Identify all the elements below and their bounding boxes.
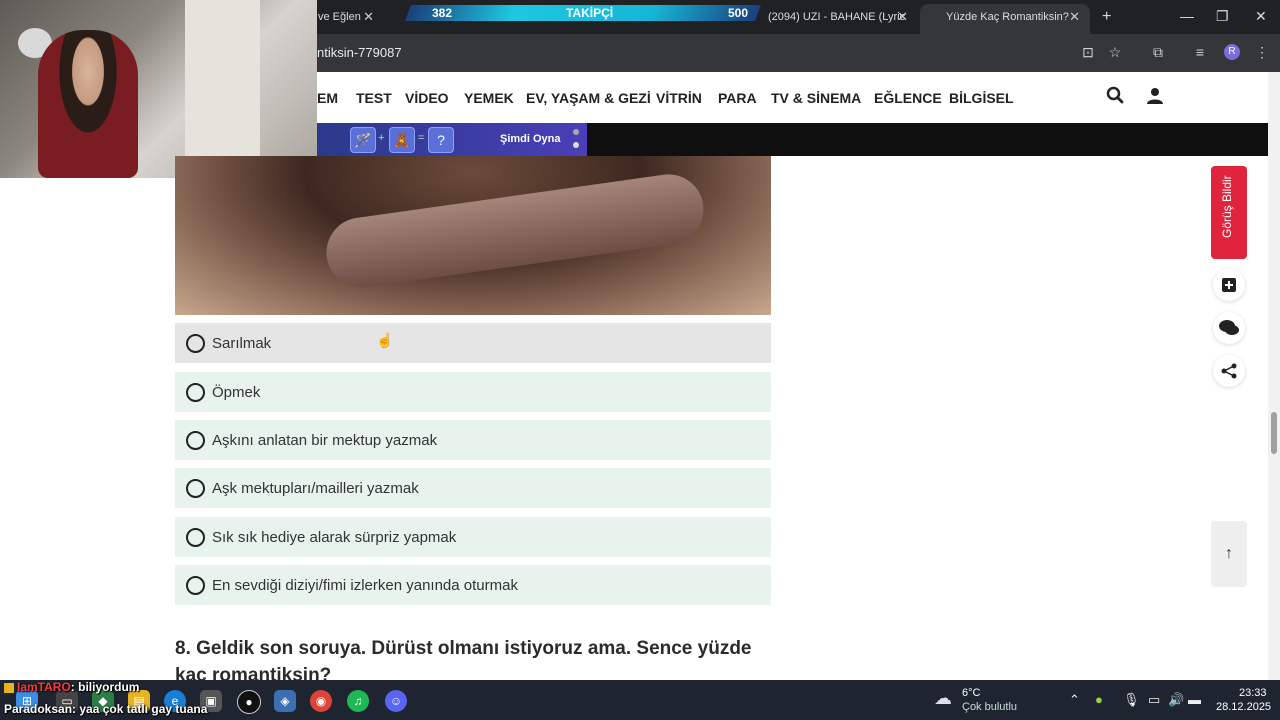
close-window-icon[interactable]: ✕ <box>1255 8 1267 25</box>
clock-time[interactable]: 23:33 <box>1239 687 1267 699</box>
play-now-button[interactable]: Şimdi Oyna <box>500 133 561 145</box>
nav-item-bilgisel[interactable]: BİLGİSEL <box>949 90 1014 106</box>
follower-count: 382 <box>432 6 453 20</box>
radio-icon[interactable] <box>186 528 205 547</box>
nav-item-test[interactable]: TEST <box>356 90 392 106</box>
close-tab-icon[interactable]: ✕ <box>1069 4 1080 30</box>
chat-badge-icon <box>4 682 14 693</box>
answer-label: En sevdiği diziyi/fimi izlerken yanında … <box>212 577 518 594</box>
nav-item-yemek[interactable]: YEMEK <box>464 90 514 106</box>
url-text[interactable]: ntiksin-779087 <box>317 45 402 60</box>
answer-option[interactable]: En sevdiği diziyi/fimi izlerken yanında … <box>175 565 771 605</box>
install-app-icon[interactable]: ⊡ <box>1080 44 1096 60</box>
answer-option[interactable]: Aşk mektupları/mailleri yazmak <box>175 468 771 508</box>
share-icon[interactable] <box>1213 355 1245 387</box>
nav-item-tv-sinema[interactable]: TV & SİNEMA <box>771 90 861 106</box>
answer-label: Sarılmak <box>212 335 272 352</box>
menu-kebab-icon[interactable]: ⋮ <box>1254 44 1270 60</box>
minimize-icon[interactable]: — <box>1180 8 1194 24</box>
chat-text: : biliyordum <box>70 680 140 694</box>
nav-item-para[interactable]: PARA <box>718 90 757 106</box>
webcam-streamer <box>38 30 138 178</box>
radio-icon[interactable] <box>186 576 205 595</box>
stream-chat-overlay: IamTARO: biliyordum Paradoksan: yaa çok … <box>0 678 436 720</box>
browser-tab-active[interactable]: Yüzde Kaç Romantiksin? - ✕ <box>920 4 1090 34</box>
search-icon[interactable] <box>1106 86 1124 109</box>
tray-chevron-up-icon[interactable]: ⌃ <box>1069 692 1080 708</box>
radio-icon[interactable] <box>186 383 205 402</box>
scroll-to-top-button[interactable]: ↑ <box>1211 521 1247 587</box>
follower-label: TAKİPÇİ <box>566 6 614 20</box>
restore-icon[interactable]: ❐ <box>1216 8 1229 25</box>
chat-message: Paradoksan: yaa çok tatlı gay tuana <box>4 702 207 716</box>
new-tab-icon[interactable]: + <box>1102 6 1116 28</box>
promo-equals: = <box>418 132 425 144</box>
tray-app-icon[interactable]: ● <box>1095 692 1103 707</box>
promo-banner[interactable]: 🪄 + 🧸 = ? Şimdi Oyna <box>317 123 1268 156</box>
chat-username: IamTARO <box>17 680 71 694</box>
browser-tab[interactable]: (2094) UZI - BAHANE (Lyric ✕ <box>768 6 912 28</box>
answer-option[interactable]: Aşkını anlatan bir mektup yazmak <box>175 420 771 460</box>
follower-goal: 500 <box>728 6 749 20</box>
user-icon[interactable] <box>1147 87 1163 107</box>
promo-plus: + <box>378 132 385 144</box>
answer-label: Aşk mektupları/mailleri yazmak <box>212 480 419 497</box>
nav-item-eglence[interactable]: EĞLENCE <box>874 90 942 106</box>
clock-date[interactable]: 28.12.2025 <box>1216 701 1271 713</box>
nav-item[interactable]: EM <box>317 90 338 106</box>
comments-icon[interactable] <box>1213 312 1245 344</box>
question-image <box>175 156 771 315</box>
close-tab-icon[interactable]: ✕ <box>897 6 908 28</box>
browser-tab[interactable]: ve Eğlen ✕ <box>318 6 378 28</box>
weather-description: Çok bulutlu <box>962 701 1018 713</box>
answer-option[interactable]: Sık sık hediye alarak sürpriz yapmak <box>175 517 771 557</box>
radio-icon[interactable] <box>186 334 205 353</box>
carousel-dot[interactable] <box>573 129 579 135</box>
promo-tile-icon: 🧸 <box>389 127 415 153</box>
answer-label: Aşkını anlatan bir mektup yazmak <box>212 432 438 449</box>
weather-cloud-icon: ☁ <box>934 688 952 708</box>
feedback-label: Görüş Bildir <box>1220 175 1234 238</box>
chat-text: : yaa çok tatlı gay tuana <box>72 702 208 716</box>
question-image-detail <box>321 169 709 293</box>
weather-temperature: 6°C <box>962 687 981 699</box>
scrollbar-thumb[interactable] <box>1271 412 1277 454</box>
media-control-icon[interactable]: ≡ <box>1192 44 1208 60</box>
battery-icon[interactable]: ▬ <box>1188 692 1201 707</box>
answer-option[interactable]: Sarılmak ☝ <box>175 323 771 363</box>
promo-tile-icon: 🪄 <box>350 127 376 153</box>
arrow-up-icon: ↑ <box>1225 545 1233 562</box>
page-scrollbar[interactable] <box>1268 72 1280 680</box>
network-icon[interactable]: ▭ <box>1148 692 1160 708</box>
webcam-background <box>185 0 260 178</box>
webcam-overlay <box>0 0 317 178</box>
nav-item-video[interactable]: VİDEO <box>405 90 449 106</box>
chat-message: IamTARO: biliyordum <box>4 680 139 694</box>
chat-username: Paradoksan <box>4 702 73 716</box>
extensions-icon[interactable]: ⧉ <box>1150 44 1166 60</box>
bookmark-star-icon[interactable]: ☆ <box>1107 44 1123 60</box>
feedback-button[interactable]: Görüş Bildir <box>1211 166 1247 259</box>
microphone-icon[interactable]: 🎙 <box>1123 692 1140 708</box>
nav-item-vitrin[interactable]: VİTRİN <box>656 90 702 106</box>
volume-icon[interactable]: 🔊 <box>1168 692 1184 708</box>
close-tab-icon[interactable]: ✕ <box>363 6 374 28</box>
radio-icon[interactable] <box>186 431 205 450</box>
tab-title: (2094) UZI - BAHANE (Lyric <box>768 11 906 23</box>
answer-label: Sık sık hediye alarak sürpriz yapmak <box>212 529 457 546</box>
promo-mystery-tile: ? <box>428 127 454 153</box>
carousel-dot[interactable] <box>573 142 579 148</box>
answer-label: Öpmek <box>212 384 261 401</box>
hand-cursor-icon: ☝ <box>376 332 394 348</box>
answer-option[interactable]: Öpmek <box>175 372 771 412</box>
tab-title: ve Eğlen <box>318 11 361 23</box>
radio-icon[interactable] <box>186 479 205 498</box>
tab-title: Yüzde Kaç Romantiksin? - <box>946 11 1076 23</box>
profile-avatar[interactable]: R <box>1224 44 1240 60</box>
follower-goal-overlay: 382 TAKİPÇİ 500 <box>405 5 761 21</box>
add-note-icon[interactable] <box>1213 269 1245 301</box>
nav-item-ev-yasam-gezi[interactable]: EV, YAŞAM & GEZİ <box>526 90 651 106</box>
